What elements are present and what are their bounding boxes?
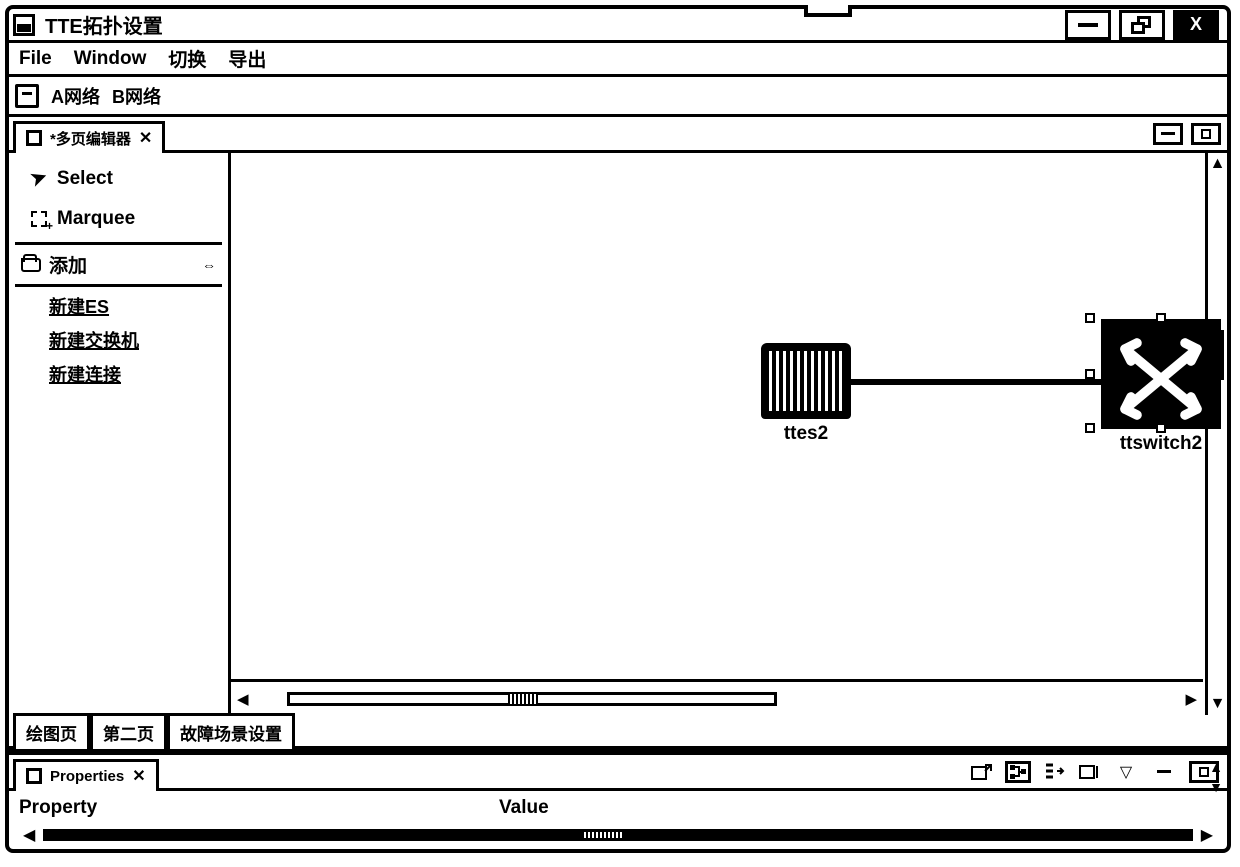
selection-handle[interactable] [1156,423,1166,433]
maximize-button[interactable] [1119,10,1165,40]
dropdown-icon[interactable]: ▽ [1113,761,1139,783]
prop-h-scroll-track[interactable] [43,829,1192,841]
editor-tabbar: *多页编辑器 ✕ [9,117,1227,153]
tab-page-2[interactable]: 第二页 [90,713,167,749]
endsystem-icon [761,343,851,419]
tool-select[interactable]: ➤ Select [15,161,222,196]
node-ttes2[interactable]: ttes2 [751,343,861,445]
properties-tab-label: Properties [50,768,124,785]
selection-handle[interactable] [1085,313,1095,323]
properties-header: Property Value [9,791,1227,825]
switch-icon [1101,319,1221,429]
topology-canvas[interactable]: ttes2 [231,153,1227,715]
page-tabs: 绘图页 第二页 故障场景设置 [9,715,1227,749]
app-icon [13,14,35,36]
minimize-button[interactable] [1065,10,1111,40]
titlebar: TTE拓扑设置 X [9,9,1227,43]
palette-new-link[interactable]: 新建连接 [49,361,222,387]
col-value: Value [499,797,549,819]
prop-tree-icon[interactable] [1005,761,1031,783]
network-b-button[interactable]: B网络 [112,83,161,109]
h-scroll-thumb[interactable] [508,694,538,704]
menu-file[interactable]: File [19,48,52,70]
tool-select-label: Select [57,168,113,190]
node-ttes2-label: ttes2 [751,423,861,445]
marquee-icon [31,211,47,227]
h-scroll-track[interactable] [287,692,777,706]
folder-add-label: 添加 [49,251,87,278]
close-button[interactable]: X [1173,10,1219,40]
scroll-left-icon[interactable]: ◀ [231,690,255,708]
window-title: TTE拓扑设置 [45,10,163,39]
scroll-right-icon[interactable]: ▶ [1179,690,1203,708]
scroll-up-icon[interactable]: ▲ [1210,153,1226,175]
minimize-view-button[interactable] [1153,123,1183,145]
close-tab-icon[interactable]: ✕ [139,128,152,148]
canvas-v-scrollbar[interactable]: ▲ ▼ [1205,153,1227,715]
close-properties-icon[interactable]: ✕ [132,766,145,786]
save-icon[interactable] [15,84,39,108]
network-a-button[interactable]: A网络 [51,83,100,109]
prop-scroll-right-icon[interactable]: ▶ [1193,825,1221,845]
palette-new-switch[interactable]: 新建交换机 [49,327,222,353]
prop-minimize-button[interactable] [1149,761,1179,783]
cursor-icon: ➤ [28,165,51,192]
v-scroll-track[interactable] [1208,175,1227,693]
properties-tab-icon [26,768,42,784]
prop-action-1-icon[interactable] [969,761,995,783]
maximize-view-button[interactable] [1191,123,1221,145]
title-notch [804,5,852,17]
editor-tab-multipage[interactable]: *多页编辑器 ✕ [13,121,165,153]
canvas-h-scrollbar[interactable] [287,689,777,709]
palette-folder-add[interactable]: 添加 ⇔ [15,242,222,287]
connection-line[interactable] [841,379,1101,385]
prop-scroll-up-icon[interactable]: ▲ [1209,759,1223,775]
selection-handle[interactable] [1085,423,1095,433]
folder-icon [21,258,41,272]
tab-fault-scene[interactable]: 故障场景设置 [167,713,295,749]
prop-h-scroll-thumb[interactable] [584,832,624,838]
scroll-down-icon[interactable]: ▼ [1210,693,1226,715]
selection-handle[interactable] [1085,369,1095,379]
properties-h-scrollbar[interactable]: ◀ ▶ [9,825,1227,849]
prop-scroll-down-icon[interactable]: ▼ [1209,779,1223,795]
tool-marquee-label: Marquee [57,208,135,230]
tool-marquee[interactable]: Marquee [15,202,222,236]
toolbar: A网络 B网络 [9,77,1227,117]
v-scroll-thumb[interactable] [1211,330,1224,380]
properties-tabbar: Properties ✕ ▽ [9,755,1227,791]
menu-window[interactable]: Window [74,48,147,70]
editor-tab-icon [26,130,42,146]
properties-view: Properties ✕ ▽ [9,752,1227,849]
prop-restore-icon[interactable] [1077,761,1103,783]
menubar: File Window 切换 导出 [9,43,1227,77]
app-window: TTE拓扑设置 X File Window 切换 导出 A网络 B网络 *多页编… [5,5,1231,853]
menu-switch[interactable]: 切换 [168,45,206,72]
pin-icon[interactable]: ⇔ [202,257,216,273]
prop-scroll-left-icon[interactable]: ◀ [15,825,43,845]
prop-filter-icon[interactable] [1041,761,1067,783]
col-property: Property [19,797,499,819]
tool-palette: ➤ Select Marquee 添加 ⇔ [9,153,231,715]
editor-tab-label: *多页编辑器 [50,128,131,149]
selection-handle[interactable] [1156,313,1166,323]
palette-new-es[interactable]: 新建ES [49,293,222,319]
properties-v-scroll[interactable]: ▲ ▼ [1209,759,1223,795]
properties-tab[interactable]: Properties ✕ [13,759,159,791]
menu-export[interactable]: 导出 [228,45,266,72]
canvas-h-scroll-area: ◀ ▶ [231,679,1203,715]
tab-draw-page[interactable]: 绘图页 [13,713,90,749]
